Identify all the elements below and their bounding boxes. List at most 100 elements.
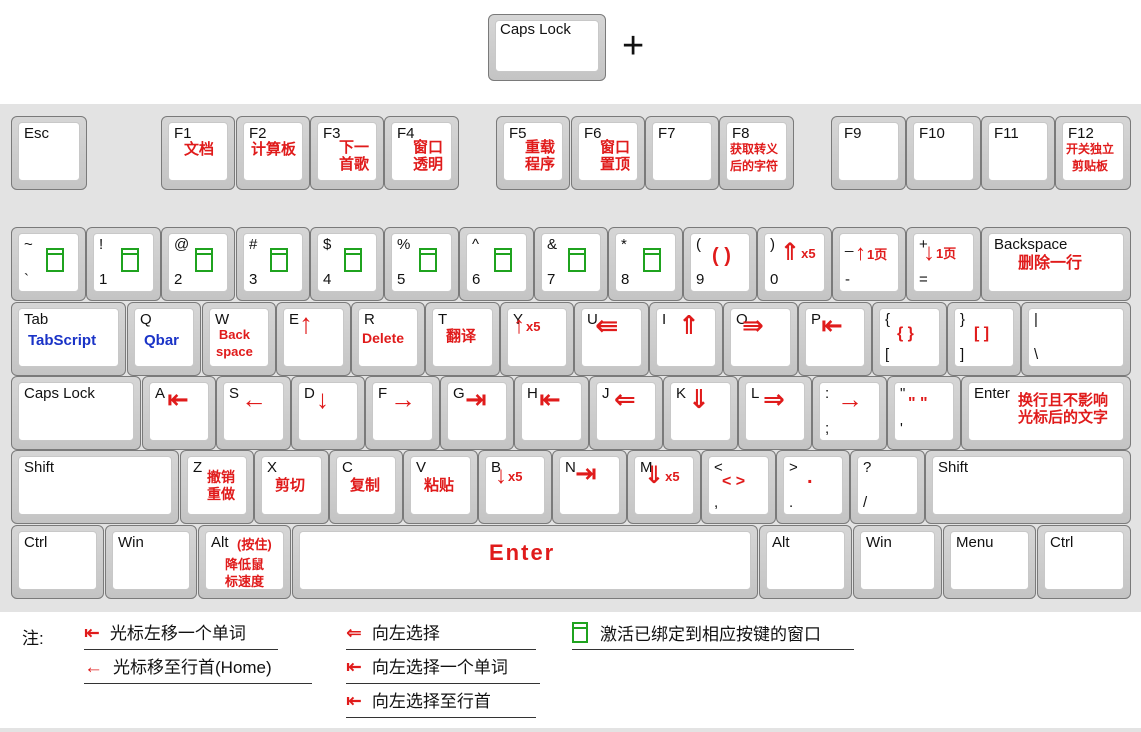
- key-k1[interactable]: ! 1: [86, 227, 161, 301]
- top-capslock-key: Caps Lock: [488, 14, 606, 81]
- key-rshift[interactable]: Shift: [925, 450, 1131, 524]
- key-k2[interactable]: @2: [161, 227, 235, 301]
- double-arrow-bar-left-icon: ⇤: [346, 657, 362, 678]
- key-enter[interactable]: Enter 换行且不影响 光标后的文字: [961, 376, 1131, 450]
- key-f12[interactable]: F12 开关独立 剪贴板: [1055, 116, 1131, 190]
- key-label: Ctrl: [24, 534, 48, 551]
- key-label: ^: [472, 236, 480, 253]
- key-w[interactable]: W Back space: [202, 302, 276, 376]
- key-menu[interactable]: Menu: [943, 525, 1036, 599]
- key-tilde[interactable]: ~ `: [11, 227, 86, 301]
- key-b[interactable]: B ↓x5: [478, 450, 552, 524]
- key-f3[interactable]: F3 下一 首歌: [310, 116, 384, 190]
- key-d[interactable]: D ↓: [291, 376, 365, 450]
- key-m[interactable]: M ⇓x5: [627, 450, 701, 524]
- key-action-extra: x5: [508, 469, 523, 485]
- key-f10[interactable]: F10: [906, 116, 981, 190]
- key-l[interactable]: L ⇒: [738, 376, 812, 450]
- key-tab[interactable]: Tab TabScript: [11, 302, 126, 376]
- key-esc[interactable]: Esc: [11, 116, 87, 190]
- key-g[interactable]: G ⇥: [440, 376, 514, 450]
- key-k5[interactable]: % 5: [384, 227, 459, 301]
- key-n[interactable]: N ⇥: [552, 450, 627, 524]
- key-slash[interactable]: ? /: [850, 450, 925, 524]
- key-t[interactable]: T 翻译: [425, 302, 500, 376]
- window-icon: [344, 248, 362, 272]
- key-lshift[interactable]: Shift: [11, 450, 179, 524]
- key-e[interactable]: E ↑: [276, 302, 351, 376]
- key-k9[interactable]: (9 ( ): [683, 227, 757, 301]
- key-k0[interactable]: ) 0 ⇑x5: [757, 227, 832, 301]
- key-backspace[interactable]: Backspace 删除一行: [981, 227, 1131, 301]
- key-space[interactable]: Enter: [292, 525, 758, 599]
- key-f8[interactable]: F8 获取转义 后的字符: [719, 116, 794, 190]
- key-action: ↑: [299, 308, 313, 339]
- key-period[interactable]: >..: [776, 450, 850, 524]
- key-lctrl[interactable]: Ctrl: [11, 525, 104, 599]
- key-h[interactable]: H ⇤: [514, 376, 589, 450]
- key-action: 撤销 重做: [207, 469, 235, 502]
- key-f7[interactable]: F7: [645, 116, 719, 190]
- key-f5[interactable]: F5 重载 程序: [496, 116, 570, 190]
- key-comma[interactable]: <, < >: [701, 450, 776, 524]
- key-pipe[interactable]: | \: [1021, 302, 1131, 376]
- key-z[interactable]: Z 撤销 重做: [180, 450, 254, 524]
- key-action: ⇓x5: [644, 462, 680, 489]
- key-lbrace[interactable]: {[{ }: [872, 302, 947, 376]
- key-action: Delete: [362, 330, 405, 346]
- key-k3[interactable]: #3: [236, 227, 310, 301]
- key-action: ↑1页: [855, 240, 888, 265]
- key-action: 降低鼠 标速度: [225, 557, 265, 589]
- key-u[interactable]: U ⇚: [574, 302, 649, 376]
- key-action: →: [837, 384, 863, 414]
- key-i[interactable]: I ⇑: [649, 302, 723, 376]
- key-label: X: [267, 459, 278, 476]
- key-rbrace[interactable]: }] [ ]: [947, 302, 1021, 376]
- key-label: F6: [584, 125, 602, 142]
- key-f2[interactable]: F2 计算板: [236, 116, 310, 190]
- key-k6[interactable]: ^ 6: [459, 227, 534, 301]
- key-f6[interactable]: F6 窗口 置顶: [571, 116, 645, 190]
- key-j[interactable]: J ⇐: [589, 376, 663, 450]
- key-c[interactable]: C 复制: [329, 450, 403, 524]
- key-a[interactable]: A ⇤: [142, 376, 216, 450]
- key-o[interactable]: O ⇛: [723, 302, 798, 376]
- key-f4[interactable]: F4 窗口 透明: [384, 116, 459, 190]
- key-x[interactable]: X 剪切: [254, 450, 329, 524]
- key-action: 窗口 透明: [413, 139, 444, 173]
- key-rwin[interactable]: Win: [853, 525, 942, 599]
- key-f[interactable]: F →: [365, 376, 440, 450]
- key-action: ⇥: [575, 458, 597, 488]
- key-p[interactable]: P ⇤: [798, 302, 872, 376]
- key-capslock[interactable]: Caps Lock: [11, 376, 141, 450]
- key-ralt[interactable]: Alt: [759, 525, 852, 599]
- key-label: F12: [1068, 125, 1094, 142]
- key-f1[interactable]: F1 文档: [161, 116, 235, 190]
- key-lwin[interactable]: Win: [105, 525, 197, 599]
- key-k[interactable]: K ⇓: [663, 376, 738, 450]
- key-r[interactable]: R Delete: [351, 302, 425, 376]
- key-semicolon[interactable]: :; →: [812, 376, 887, 450]
- key-shift-label: 0: [770, 271, 779, 288]
- key-k7[interactable]: & 7: [534, 227, 608, 301]
- key-action: 下一 首歌: [339, 139, 370, 173]
- key-f9[interactable]: F9: [831, 116, 906, 190]
- key-label: !: [99, 236, 104, 253]
- key-y[interactable]: Y ↑x5: [500, 302, 574, 376]
- key-q[interactable]: Q Qbar: [127, 302, 201, 376]
- key-f11[interactable]: F11: [981, 116, 1055, 190]
- key-label: Win: [118, 534, 144, 551]
- key-s[interactable]: S ←: [216, 376, 291, 450]
- key-k4[interactable]: $4: [310, 227, 384, 301]
- key-quote[interactable]: " ' " ": [887, 376, 961, 450]
- key-minus[interactable]: _ - ↑1页: [832, 227, 906, 301]
- key-action: ⇛: [742, 310, 764, 340]
- key-action-extra: 1页: [867, 246, 888, 262]
- key-v[interactable]: V 粘贴: [403, 450, 478, 524]
- key-shift-label: 9: [696, 271, 705, 288]
- key-action-extra: x5: [665, 469, 680, 485]
- key-k8[interactable]: * 8: [608, 227, 683, 301]
- key-lalt[interactable]: Alt (按住) 降低鼠 标速度: [198, 525, 291, 599]
- key-equal[interactable]: + = ↓1页: [906, 227, 981, 301]
- key-rctrl[interactable]: Ctrl: [1037, 525, 1131, 599]
